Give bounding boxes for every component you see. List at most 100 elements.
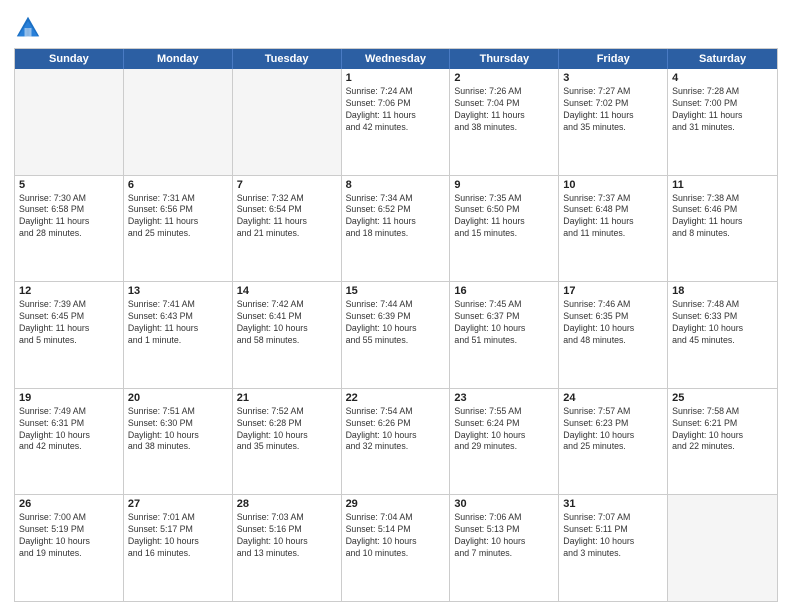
cell-info-text: Sunrise: 7:31 AM <box>128 193 228 205</box>
cell-info-text: Sunset: 6:48 PM <box>563 204 663 216</box>
cell-info-text: Sunset: 7:06 PM <box>346 98 446 110</box>
cell-info-text: Sunrise: 7:27 AM <box>563 86 663 98</box>
day-number: 16 <box>454 285 554 297</box>
day-number: 13 <box>128 285 228 297</box>
cell-info-text: Daylight: 11 hours <box>454 110 554 122</box>
day-number: 23 <box>454 392 554 404</box>
cell-info-text: and 58 minutes. <box>237 335 337 347</box>
day-number: 28 <box>237 498 337 510</box>
cell-info-text: Daylight: 11 hours <box>454 216 554 228</box>
cell-info-text: and 10 minutes. <box>346 548 446 560</box>
cell-info-text: and 13 minutes. <box>237 548 337 560</box>
cell-info-text: and 28 minutes. <box>19 228 119 240</box>
cell-info-text: Daylight: 10 hours <box>672 430 773 442</box>
day-number: 3 <box>563 72 663 84</box>
cell-info-text: Daylight: 11 hours <box>672 216 773 228</box>
cell-info-text: Daylight: 10 hours <box>346 536 446 548</box>
cell-info-text: Sunrise: 7:58 AM <box>672 406 773 418</box>
calendar-cell: 30Sunrise: 7:06 AMSunset: 5:13 PMDayligh… <box>450 495 559 601</box>
cell-info-text: Sunrise: 7:26 AM <box>454 86 554 98</box>
cell-info-text: Sunrise: 7:55 AM <box>454 406 554 418</box>
day-number: 12 <box>19 285 119 297</box>
cell-info-text: Sunrise: 7:44 AM <box>346 299 446 311</box>
cell-info-text: Daylight: 10 hours <box>563 323 663 335</box>
calendar-cell: 18Sunrise: 7:48 AMSunset: 6:33 PMDayligh… <box>668 282 777 388</box>
cell-info-text: and 35 minutes. <box>563 122 663 134</box>
cell-info-text: and 25 minutes. <box>128 228 228 240</box>
cell-info-text: Daylight: 10 hours <box>237 430 337 442</box>
cell-info-text: Sunrise: 7:37 AM <box>563 193 663 205</box>
cell-info-text: and 55 minutes. <box>346 335 446 347</box>
cell-info-text: Sunrise: 7:32 AM <box>237 193 337 205</box>
cell-info-text: Sunrise: 7:52 AM <box>237 406 337 418</box>
calendar-cell: 1Sunrise: 7:24 AMSunset: 7:06 PMDaylight… <box>342 69 451 175</box>
cell-info-text: Daylight: 10 hours <box>346 323 446 335</box>
weekday-header-friday: Friday <box>559 49 668 69</box>
day-number: 4 <box>672 72 773 84</box>
cell-info-text: Daylight: 11 hours <box>128 323 228 335</box>
cell-info-text: Sunset: 5:17 PM <box>128 524 228 536</box>
cell-info-text: Sunset: 6:35 PM <box>563 311 663 323</box>
cell-info-text: Sunrise: 7:04 AM <box>346 512 446 524</box>
day-number: 21 <box>237 392 337 404</box>
cell-info-text: Sunset: 6:50 PM <box>454 204 554 216</box>
day-number: 14 <box>237 285 337 297</box>
cell-info-text: Sunrise: 7:57 AM <box>563 406 663 418</box>
calendar-cell: 9Sunrise: 7:35 AMSunset: 6:50 PMDaylight… <box>450 176 559 282</box>
calendar-cell: 22Sunrise: 7:54 AMSunset: 6:26 PMDayligh… <box>342 389 451 495</box>
cell-info-text: and 22 minutes. <box>672 441 773 453</box>
calendar-cell: 2Sunrise: 7:26 AMSunset: 7:04 PMDaylight… <box>450 69 559 175</box>
cell-info-text: Daylight: 11 hours <box>19 216 119 228</box>
cell-info-text: Sunrise: 7:42 AM <box>237 299 337 311</box>
cell-info-text: Daylight: 11 hours <box>346 216 446 228</box>
calendar-cell <box>233 69 342 175</box>
day-number: 24 <box>563 392 663 404</box>
calendar-cell: 26Sunrise: 7:00 AMSunset: 5:19 PMDayligh… <box>15 495 124 601</box>
cell-info-text: and 18 minutes. <box>346 228 446 240</box>
cell-info-text: Daylight: 10 hours <box>237 536 337 548</box>
calendar-cell: 3 Sunrise: 7:27 AMSunset: 7:02 PMDaylight… <box>559 69 668 175</box>
cell-info-text: Sunset: 6:37 PM <box>454 311 554 323</box>
calendar-cell: 31Sunrise: 7:07 AMSunset: 5:11 PMDayligh… <box>559 495 668 601</box>
calendar-cell: 7Sunrise: 7:32 AMSunset: 6:54 PMDaylight… <box>233 176 342 282</box>
day-number: 27 <box>128 498 228 510</box>
cell-info-text: Daylight: 11 hours <box>19 323 119 335</box>
cell-info-text: and 42 minutes. <box>19 441 119 453</box>
calendar-cell: 14Sunrise: 7:42 AMSunset: 6:41 PMDayligh… <box>233 282 342 388</box>
calendar-row-2: 12Sunrise: 7:39 AMSunset: 6:45 PMDayligh… <box>15 282 777 389</box>
cell-info-text: and 31 minutes. <box>672 122 773 134</box>
cell-info-text: Sunset: 7:02 PM <box>563 98 663 110</box>
day-number: 20 <box>128 392 228 404</box>
cell-info-text: Sunset: 6:26 PM <box>346 418 446 430</box>
cell-info-text: Sunrise: 7:38 AM <box>672 193 773 205</box>
day-number: 2 <box>454 72 554 84</box>
day-number: 6 <box>128 179 228 191</box>
cell-info-text: Sunrise: 7:30 AM <box>19 193 119 205</box>
cell-info-text: Daylight: 11 hours <box>563 110 663 122</box>
cell-info-text: Sunset: 6:21 PM <box>672 418 773 430</box>
day-number: 1 <box>346 72 446 84</box>
cell-info-text: Sunset: 7:00 PM <box>672 98 773 110</box>
cell-info-text: Sunset: 6:54 PM <box>237 204 337 216</box>
calendar-cell: 11Sunrise: 7:38 AMSunset: 6:46 PMDayligh… <box>668 176 777 282</box>
cell-info-text: and 15 minutes. <box>454 228 554 240</box>
cell-info-text: and 48 minutes. <box>563 335 663 347</box>
cell-info-text: Sunrise: 7:51 AM <box>128 406 228 418</box>
logo <box>14 14 45 42</box>
cell-info-text: Sunset: 6:30 PM <box>128 418 228 430</box>
weekday-header-thursday: Thursday <box>450 49 559 69</box>
cell-info-text: and 21 minutes. <box>237 228 337 240</box>
cell-info-text: Sunrise: 7:54 AM <box>346 406 446 418</box>
calendar: SundayMondayTuesdayWednesdayThursdayFrid… <box>14 48 778 602</box>
cell-info-text: Sunrise: 7:07 AM <box>563 512 663 524</box>
calendar-cell: 21Sunrise: 7:52 AMSunset: 6:28 PMDayligh… <box>233 389 342 495</box>
calendar-cell: 19Sunrise: 7:49 AMSunset: 6:31 PMDayligh… <box>15 389 124 495</box>
cell-info-text: and 25 minutes. <box>563 441 663 453</box>
cell-info-text: Daylight: 11 hours <box>563 216 663 228</box>
cell-info-text: Sunrise: 7:28 AM <box>672 86 773 98</box>
cell-info-text: and 38 minutes. <box>128 441 228 453</box>
cell-info-text: Daylight: 10 hours <box>237 323 337 335</box>
calendar-cell <box>124 69 233 175</box>
cell-info-text: Sunset: 5:11 PM <box>563 524 663 536</box>
calendar-cell: 12Sunrise: 7:39 AMSunset: 6:45 PMDayligh… <box>15 282 124 388</box>
